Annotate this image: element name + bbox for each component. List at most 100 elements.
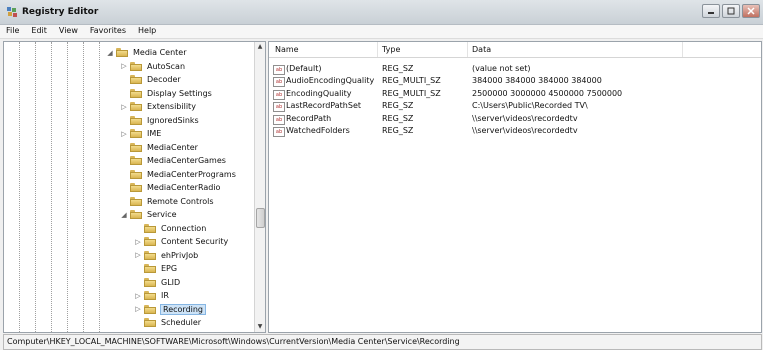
collapsed-arrow-icon[interactable]: ▷ bbox=[120, 103, 128, 111]
tree-expander-spacer bbox=[120, 89, 128, 97]
tree-node[interactable]: ▷ IR bbox=[134, 289, 170, 302]
tree-expander-spacer bbox=[134, 265, 142, 273]
tree-node[interactable]: ▷ ehPrivJob bbox=[134, 249, 199, 262]
tree-guide-line bbox=[99, 42, 100, 332]
tree-node-label: EPG bbox=[161, 264, 178, 273]
value-data: (value not set) bbox=[472, 64, 531, 73]
tree-node[interactable]: Remote Controls bbox=[120, 195, 215, 208]
column-header-data[interactable]: Data bbox=[472, 45, 491, 54]
tree-node[interactable]: Decoder bbox=[120, 73, 182, 86]
tree-node-label: Content Security bbox=[161, 237, 229, 246]
tree-expander-spacer bbox=[120, 184, 128, 192]
tree-node-label: Media Center bbox=[133, 48, 187, 57]
collapsed-arrow-icon[interactable]: ▷ bbox=[120, 130, 128, 138]
tree-node[interactable]: ▷ Recording bbox=[134, 303, 207, 316]
tree-node[interactable]: MediaCenterPrograms bbox=[120, 168, 237, 181]
scrollbar-thumb[interactable] bbox=[256, 208, 265, 228]
column-separator[interactable] bbox=[377, 42, 378, 57]
menu-favorites[interactable]: Favorites bbox=[84, 25, 132, 38]
scroll-up-arrow-icon[interactable]: ▲ bbox=[255, 42, 265, 52]
value-name: LastRecordPathSet bbox=[286, 101, 362, 111]
minimize-button[interactable] bbox=[702, 4, 720, 18]
tree-guide-line bbox=[19, 42, 20, 332]
folder-icon bbox=[130, 156, 142, 165]
value-row[interactable]: ab EncodingQuality REG_MULTI_SZ 2500000 300… bbox=[269, 89, 761, 101]
tree-node[interactable]: ◢ Media Center bbox=[106, 46, 188, 59]
tree-expander-spacer bbox=[134, 224, 142, 232]
value-name: RecordPath bbox=[286, 113, 332, 123]
tree-node[interactable]: Scheduler bbox=[134, 316, 202, 329]
folder-icon bbox=[144, 291, 156, 300]
collapsed-arrow-icon[interactable]: ▷ bbox=[134, 292, 142, 300]
collapsed-arrow-icon[interactable]: ▷ bbox=[134, 251, 142, 259]
tree-node[interactable]: GLID bbox=[134, 276, 181, 289]
expanded-arrow-icon[interactable]: ◢ bbox=[120, 211, 128, 219]
collapsed-arrow-icon[interactable]: ▷ bbox=[120, 62, 128, 70]
value-row[interactable]: ab LastRecordPathSet REG_SZ C:\Users\Public… bbox=[269, 101, 761, 113]
tree-node-label: Remote Controls bbox=[147, 196, 214, 206]
tree-node[interactable]: Display Settings bbox=[120, 87, 213, 100]
string-value-icon: ab bbox=[273, 65, 285, 75]
tree-node[interactable]: ▷ IME bbox=[120, 127, 162, 140]
registry-tree-pane[interactable]: ◢ Media Center ▷ AutoScan Decoder Display Set… bbox=[3, 41, 266, 333]
scroll-down-arrow-icon[interactable]: ▼ bbox=[255, 322, 265, 332]
column-separator[interactable] bbox=[467, 42, 468, 57]
tree-node[interactable]: IgnoredSinks bbox=[120, 114, 200, 127]
tree-node[interactable]: ◢ Service bbox=[120, 208, 178, 221]
menu-view[interactable]: View bbox=[53, 25, 84, 38]
tree-content: ◢ Media Center ▷ AutoScan Decoder Display Set… bbox=[4, 42, 254, 332]
tree-node[interactable]: ▷ Extensibility bbox=[120, 100, 197, 113]
folder-icon bbox=[144, 223, 156, 233]
folder-icon bbox=[144, 237, 156, 246]
value-row[interactable]: ab RecordPath REG_SZ \\server\videos\record… bbox=[269, 114, 761, 126]
expanded-arrow-icon[interactable]: ◢ bbox=[106, 49, 114, 57]
maximize-button[interactable] bbox=[722, 4, 740, 18]
tree-node[interactable]: MediaCenterGames bbox=[120, 154, 227, 167]
tree-node-label: Scheduler bbox=[161, 318, 202, 327]
folder-icon bbox=[130, 88, 142, 98]
string-value-icon: ab bbox=[273, 102, 285, 113]
tree-node-label: IgnoredSinks bbox=[147, 115, 199, 125]
tree-node[interactable]: ▷ Content Security bbox=[134, 235, 229, 248]
collapsed-arrow-icon[interactable]: ▷ bbox=[134, 305, 142, 313]
folder-icon bbox=[130, 210, 142, 219]
tree-node-label: Connection bbox=[161, 223, 207, 233]
values-header: Name Type Data bbox=[269, 42, 761, 58]
folder-icon bbox=[130, 196, 142, 206]
values-pane[interactable]: Name Type Data ab (Default) REG_SZ (value n… bbox=[268, 41, 762, 333]
tree-node-label: MediaCenterPrograms bbox=[147, 169, 236, 179]
folder-icon bbox=[130, 129, 142, 138]
folder-icon bbox=[130, 169, 142, 179]
tree-node[interactable]: ▷ AutoScan bbox=[120, 60, 186, 73]
folder-icon bbox=[130, 61, 142, 71]
tree-node[interactable]: EPG bbox=[134, 262, 178, 275]
menu-edit[interactable]: Edit bbox=[25, 25, 53, 38]
tree-node-label: AutoScan bbox=[147, 61, 186, 71]
tree-node[interactable]: MediaCenterRadio bbox=[120, 181, 221, 194]
menu-help[interactable]: Help bbox=[132, 25, 162, 38]
tree-expander-spacer bbox=[120, 116, 128, 124]
window-title: Registry Editor bbox=[22, 7, 99, 17]
tree-vertical-scrollbar[interactable]: ▲ ▼ bbox=[254, 42, 265, 332]
close-button[interactable] bbox=[742, 4, 760, 18]
column-separator[interactable] bbox=[682, 42, 683, 57]
menu-file[interactable]: File bbox=[0, 25, 25, 38]
column-header-type[interactable]: Type bbox=[382, 45, 400, 54]
tree-node[interactable]: Connection bbox=[134, 222, 207, 235]
tree-node[interactable]: MediaCenter bbox=[120, 141, 199, 154]
value-data: C:\Users\Public\Recorded TV\ bbox=[472, 101, 588, 111]
value-data: \\server\videos\recordedtv bbox=[472, 113, 578, 123]
tree-node-label: ehPrivJob bbox=[161, 250, 199, 260]
string-value-icon: ab bbox=[273, 127, 285, 137]
value-name: WatchedFolders bbox=[286, 126, 350, 135]
value-row[interactable]: ab WatchedFolders REG_SZ \\server\videos\re… bbox=[269, 126, 761, 138]
value-row[interactable]: ab AudioEncodingQuality REG_MULTI_SZ 384000… bbox=[269, 76, 761, 88]
collapsed-arrow-icon[interactable]: ▷ bbox=[134, 238, 142, 246]
value-name: (Default) bbox=[286, 64, 322, 73]
status-bar: Computer\HKEY_LOCAL_MACHINE\SOFTWARE\Mic… bbox=[3, 334, 762, 350]
string-value-icon: ab bbox=[273, 89, 285, 100]
value-type: REG_SZ bbox=[382, 126, 414, 135]
column-header-name[interactable]: Name bbox=[275, 45, 299, 54]
status-path: Computer\HKEY_LOCAL_MACHINE\SOFTWARE\Mic… bbox=[7, 337, 460, 346]
value-row[interactable]: ab (Default) REG_SZ (value not set) bbox=[269, 64, 761, 76]
